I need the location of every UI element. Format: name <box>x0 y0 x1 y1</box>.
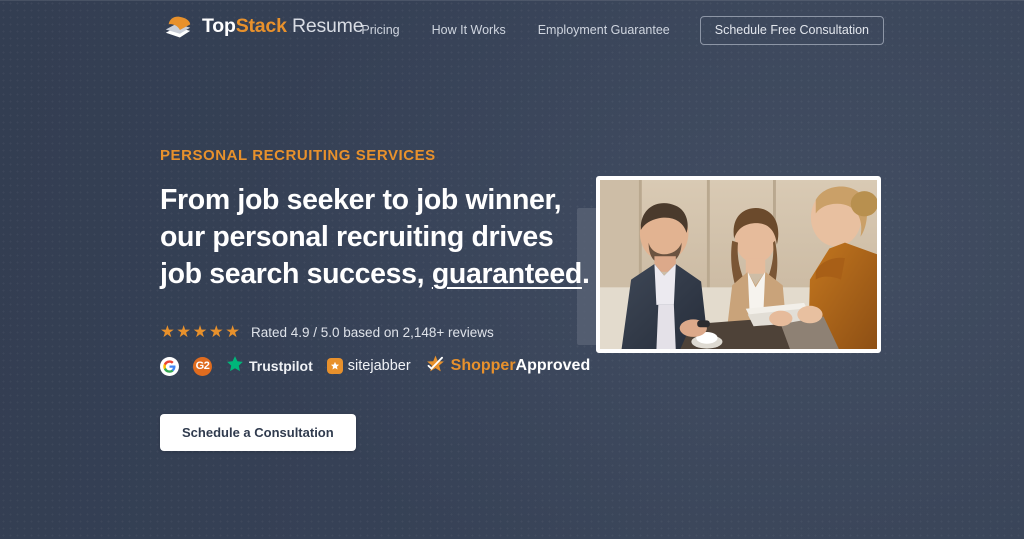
headline-line-2: our personal recruiting drives <box>160 220 554 253</box>
badge-g2[interactable]: G2 <box>193 356 212 376</box>
trustpilot-label: Trustpilot <box>249 358 313 375</box>
logo-text-top: Top <box>202 15 236 38</box>
hero-section: TopStack Resume Pricing How It Works Emp… <box>0 0 1024 539</box>
star-rating: ★ ★ ★ ★ ★ <box>160 324 240 341</box>
badge-sitejabber[interactable]: sitejabber <box>326 358 411 375</box>
star-icon: ★ <box>225 323 240 342</box>
star-icon: ★ <box>160 323 175 342</box>
schedule-free-consultation-button[interactable]: Schedule Free Consultation <box>699 16 884 45</box>
g2-icon: G2 <box>193 356 212 376</box>
hero-eyebrow: PERSONAL RECRUITING SERVICES <box>160 147 436 164</box>
star-icon: ★ <box>208 323 224 342</box>
headline-line-3-prefix: job search success, <box>160 258 432 291</box>
page-root: TopStack Resume Pricing How It Works Emp… <box>0 0 1024 550</box>
logo-text-stack: Stack <box>235 15 287 38</box>
schedule-a-consultation-button[interactable]: Schedule a Consultation <box>160 413 356 451</box>
main-navigation: Pricing How It Works Employment Guarante… <box>361 16 884 45</box>
hero-photo <box>596 176 881 353</box>
hero-content: PERSONAL RECRUITING SERVICES From job se… <box>160 147 590 451</box>
google-g-icon <box>160 356 179 376</box>
badge-google[interactable] <box>160 356 179 376</box>
logo-text-resume: Resume <box>291 15 364 38</box>
shopper-approved-label-orange: Shopper <box>450 357 516 375</box>
shopper-approved-label: ShopperApproved <box>451 358 591 374</box>
hero-image-block <box>577 176 881 376</box>
sitejabber-star-icon <box>326 358 343 375</box>
rating-row: ★ ★ ★ ★ ★ Rated 4.9 / 5.0 based on 2,148… <box>160 324 590 341</box>
sitejabber-label: sitejabber <box>347 358 411 375</box>
star-icon: ★ <box>176 323 192 342</box>
badge-shopper-approved[interactable]: ShopperApproved <box>425 354 591 379</box>
page-bottom-strip <box>0 539 1024 550</box>
rating-text: Rated 4.9 / 5.0 based on 2,148+ reviews <box>250 324 494 340</box>
star-icon: ★ <box>192 323 208 342</box>
headline-line-1: From job seeker to job winner, <box>160 183 562 216</box>
nav-item-employment-guarantee[interactable]: Employment Guarantee <box>522 24 686 37</box>
logo-text: TopStack Resume <box>202 15 364 38</box>
nav-item-pricing[interactable]: Pricing <box>361 24 415 37</box>
badge-trustpilot[interactable]: Trustpilot <box>226 355 313 377</box>
trustpilot-star-icon <box>226 355 244 377</box>
hero-headline: From job seeker to job winner, our perso… <box>160 182 590 294</box>
shopper-approved-star-icon <box>425 354 446 379</box>
site-header: TopStack Resume Pricing How It Works Emp… <box>0 0 1024 56</box>
stacked-papers-icon <box>163 14 193 40</box>
headline-emphasis-guaranteed: guaranteed <box>431 258 582 291</box>
review-badges: G2 Trustpilot sitejabber ShopperApproved <box>160 354 590 379</box>
logo[interactable]: TopStack Resume <box>163 14 364 40</box>
headline-line-3-suffix: . <box>581 258 590 291</box>
shopper-approved-label-white: Approved <box>515 357 591 375</box>
nav-item-how-it-works[interactable]: How It Works <box>416 24 522 37</box>
